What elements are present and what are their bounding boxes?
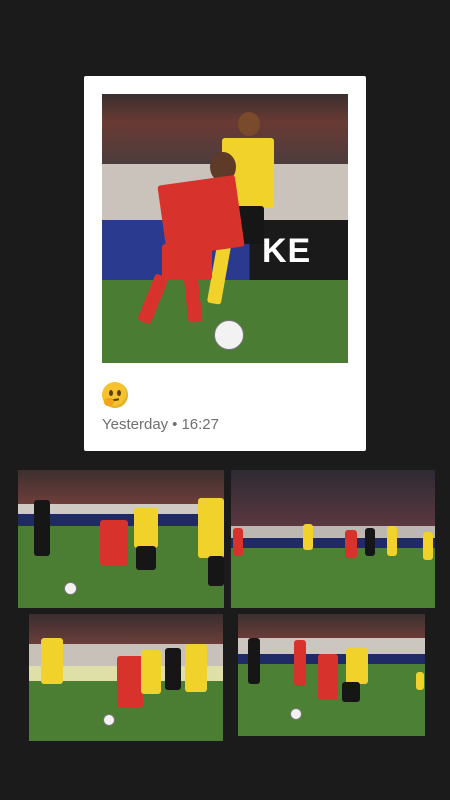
thumbnail-1[interactable] (18, 470, 224, 608)
yellow-player (141, 650, 161, 694)
red-player (318, 654, 338, 700)
yellow-player (387, 526, 397, 556)
yellow-player-shorts (136, 546, 156, 570)
crowd (238, 614, 425, 638)
red-player (117, 656, 143, 708)
yellow-player-shorts (208, 556, 224, 586)
thumbnail-4[interactable] (238, 614, 425, 736)
timestamp-day: Yesterday (102, 416, 169, 433)
red-player (294, 640, 306, 686)
main-photo[interactable]: KE (102, 94, 348, 363)
red-player (100, 520, 128, 566)
soccer-ball (103, 714, 115, 726)
yellow-player-shorts (342, 682, 360, 702)
referee (165, 648, 181, 690)
ad-board (231, 538, 435, 548)
referee (34, 500, 50, 556)
timestamp-separator: • (172, 416, 178, 433)
soccer-ball (214, 320, 244, 350)
message-card: KE Yesterday • 16:27 (84, 76, 366, 451)
crowd (231, 470, 435, 526)
soccer-ball (64, 582, 77, 595)
red-player (233, 528, 243, 556)
thumbnail-3[interactable] (29, 614, 223, 741)
yellow-player (41, 638, 63, 684)
red-player (345, 530, 357, 558)
yellow-player (416, 672, 424, 690)
yellow-player (198, 498, 224, 558)
player-head (238, 112, 260, 136)
message-timestamp: Yesterday • 16:27 (102, 416, 219, 433)
ad-board-text: KE (262, 232, 312, 270)
crowd (18, 470, 224, 504)
referee (248, 638, 260, 684)
yellow-player (185, 644, 207, 692)
referee (365, 528, 375, 556)
yellow-player (423, 532, 433, 560)
soccer-ball (290, 708, 302, 720)
pitch (231, 548, 435, 608)
thinking-face-icon (102, 382, 128, 408)
timestamp-time: 16:27 (181, 416, 219, 433)
thumbnail-2[interactable] (231, 470, 435, 608)
yellow-player (346, 648, 368, 684)
yellow-player (134, 508, 158, 548)
yellow-player (303, 524, 313, 550)
